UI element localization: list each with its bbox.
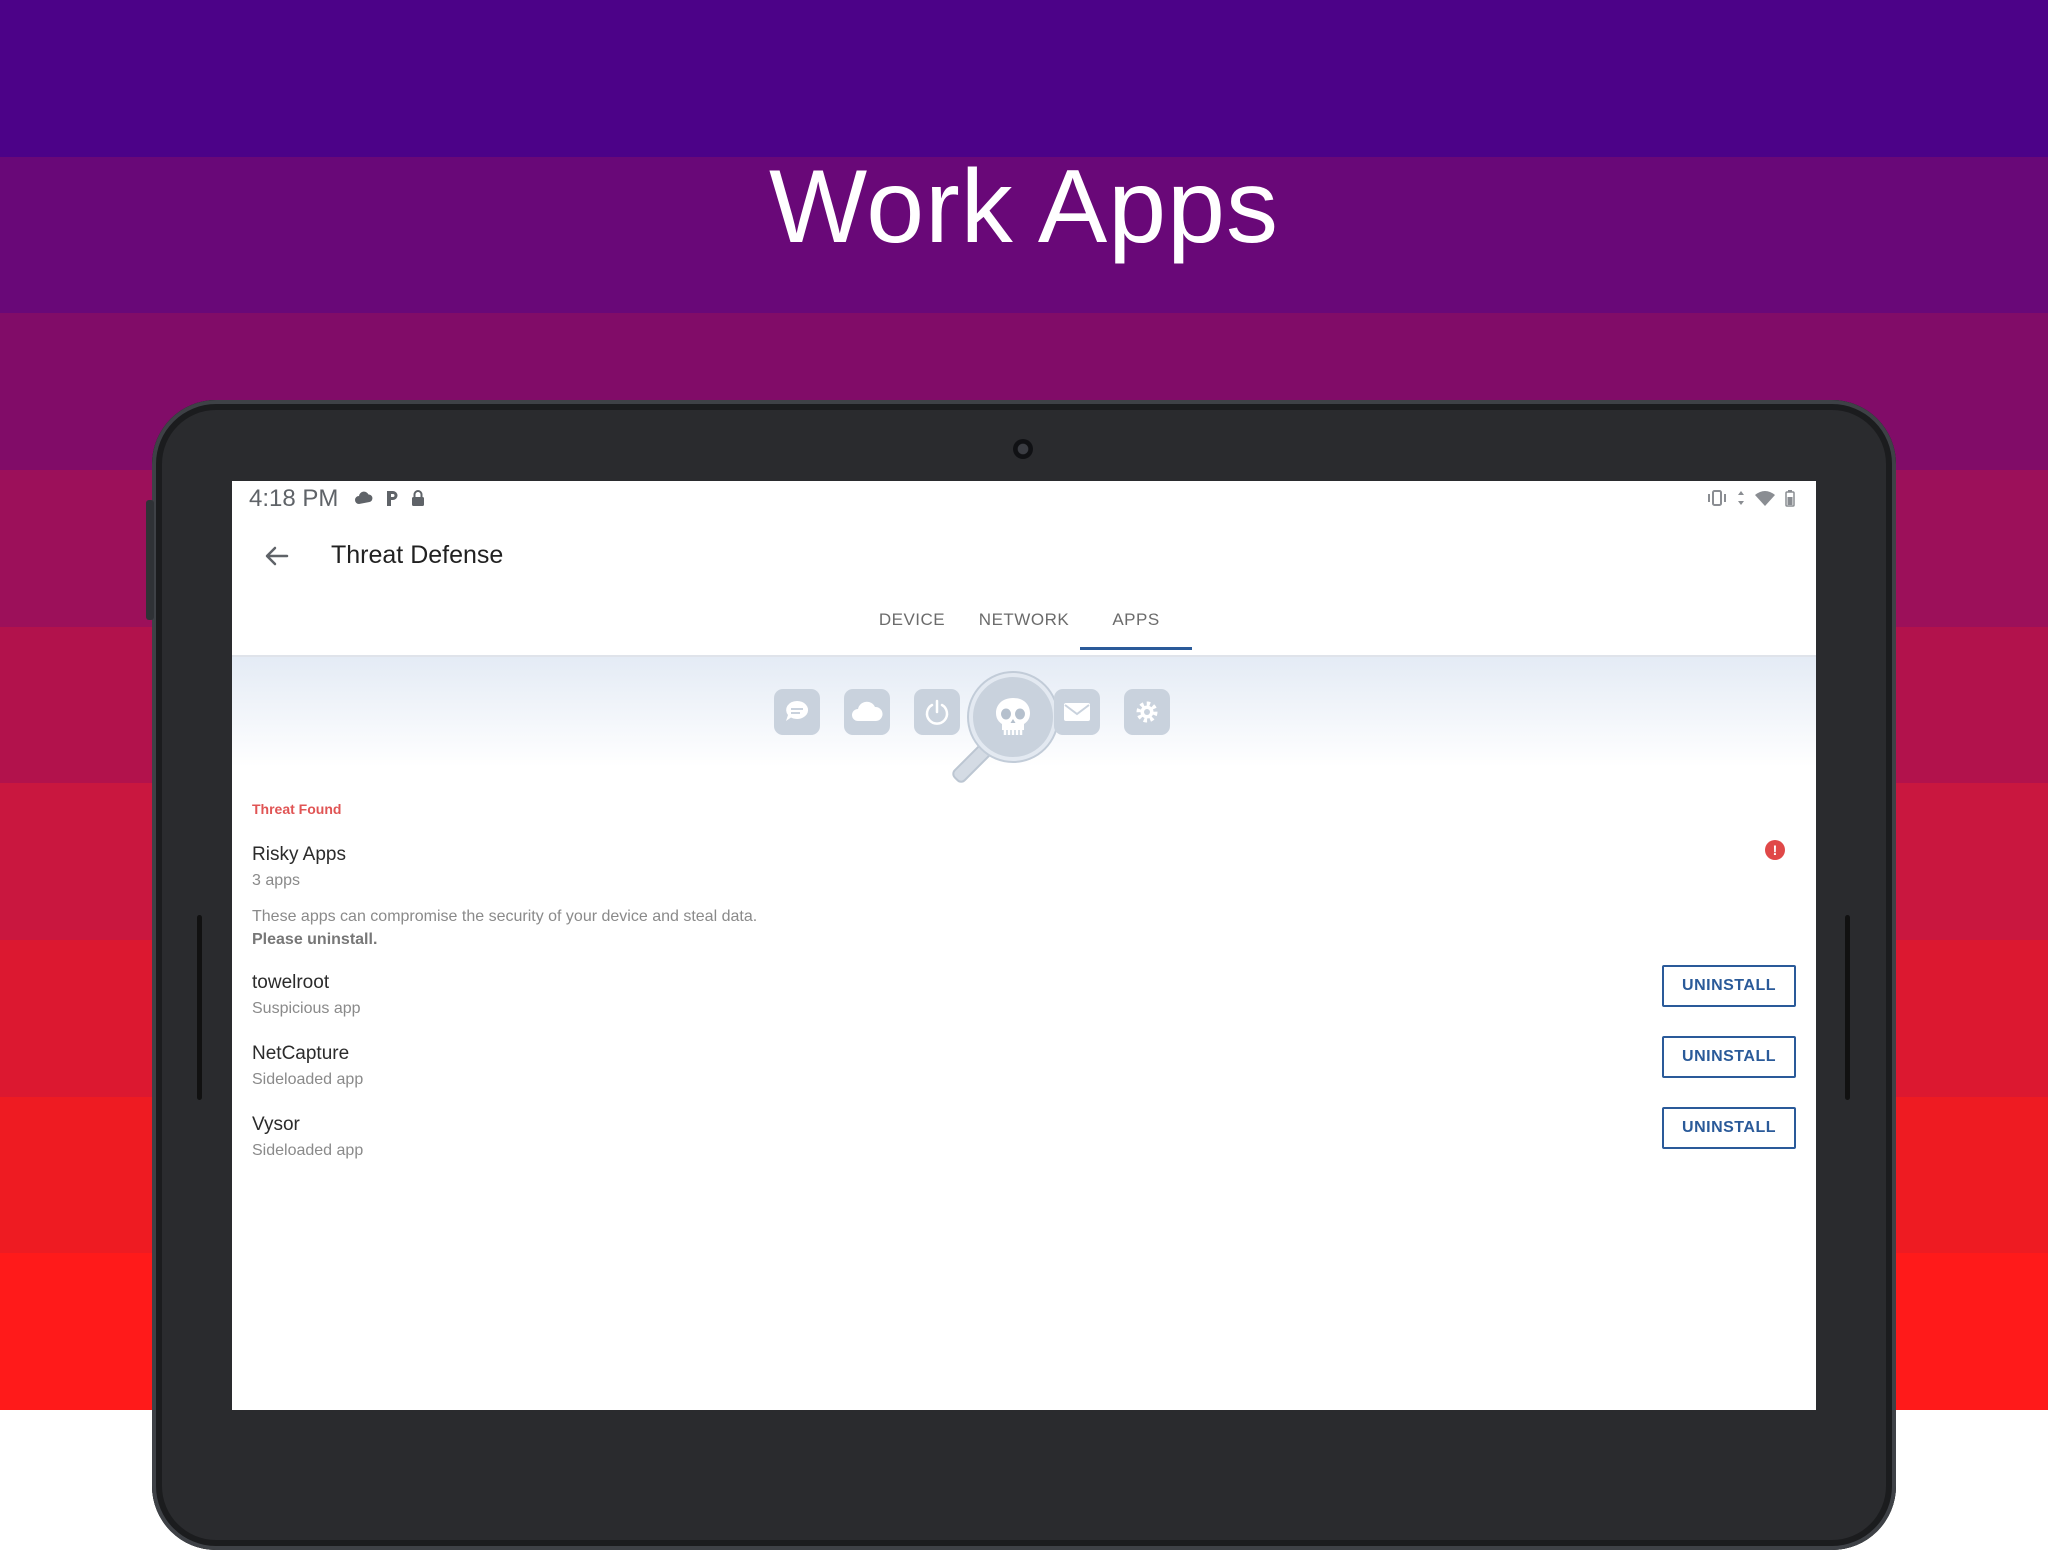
status-icons-left — [354, 489, 426, 507]
tab-bar: DEVICE NETWORK APPS — [232, 597, 1816, 650]
list-item: towelroot Suspicious app UNINSTALL — [232, 965, 1816, 1028]
tablet-speaker-left — [197, 915, 202, 1100]
parking-icon — [387, 491, 398, 506]
skull-magnifier-icon — [969, 673, 1057, 761]
status-time: 4:18 PM — [249, 485, 339, 512]
apps-scan-banner — [232, 657, 1816, 786]
app-type: Sideloaded app — [252, 1071, 364, 1088]
threat-description: These apps can compromise the security o… — [252, 905, 757, 951]
promo-headline: Work Apps — [769, 149, 1279, 265]
mail-icon — [1054, 689, 1100, 735]
gear-icon — [1124, 689, 1170, 735]
arrow-back-icon[interactable] — [260, 539, 294, 573]
threat-instruction: Please uninstall. — [252, 931, 378, 948]
risky-apps-title: Risky Apps — [252, 844, 346, 865]
app-type: Suspicious app — [252, 1000, 361, 1017]
threat-found-label: Threat Found — [252, 801, 342, 817]
tab-device[interactable]: DEVICE — [856, 597, 968, 637]
tablet-speaker-right — [1845, 915, 1850, 1100]
threat-description-text: These apps can compromise the security o… — [252, 908, 758, 925]
list-item: Vysor Sideloaded app UNINSTALL — [232, 1107, 1816, 1170]
page-title: Threat Defense — [331, 541, 504, 569]
app-name: towelroot — [252, 972, 330, 993]
uninstall-button[interactable]: UNINSTALL — [1662, 965, 1796, 1007]
risky-apps-count: 3 apps — [252, 872, 301, 889]
uninstall-button[interactable]: UNINSTALL — [1662, 1107, 1796, 1149]
status-icons-right — [1706, 489, 1796, 507]
app-type: Sideloaded app — [252, 1142, 364, 1159]
background-band — [0, 0, 2048, 157]
battery-icon — [1785, 490, 1795, 507]
list-item: NetCapture Sideloaded app UNINSTALL — [232, 1036, 1816, 1099]
app-name: NetCapture — [252, 1043, 350, 1064]
tab-apps[interactable]: APPS — [1080, 597, 1192, 650]
vibrate-icon — [1708, 490, 1726, 506]
app-bar: Threat Defense — [232, 517, 1816, 597]
chat-icon — [774, 689, 820, 735]
wifi-icon — [1755, 491, 1775, 506]
app-name: Vysor — [252, 1114, 300, 1135]
lock-icon — [412, 490, 424, 506]
tablet-side-button — [146, 500, 154, 620]
tab-network[interactable]: NETWORK — [968, 597, 1080, 637]
data-arrows-icon — [1738, 491, 1744, 505]
front-camera — [1013, 439, 1033, 459]
alert-icon: ! — [1765, 840, 1785, 860]
status-bar: 4:18 PM — [232, 481, 1816, 517]
power-icon — [914, 689, 960, 735]
cloud-icon — [355, 491, 373, 504]
cloud-icon — [844, 689, 890, 735]
device-screen: 4:18 PM Threat Defense DEVICE NETWORK AP… — [232, 481, 1816, 1410]
uninstall-button[interactable]: UNINSTALL — [1662, 1036, 1796, 1078]
hero-icon-row — [774, 673, 1174, 786]
